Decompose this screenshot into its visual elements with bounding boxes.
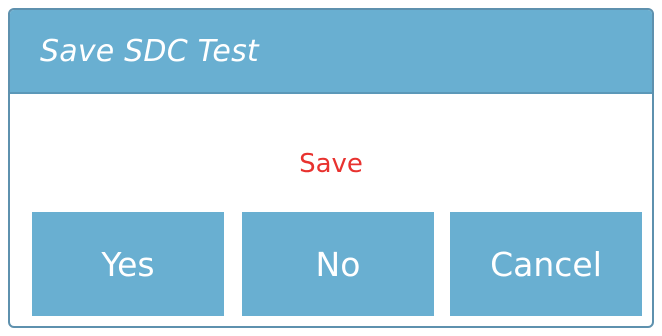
dialog-title: Save SDC Test [40, 34, 259, 69]
dialog-message: Save [299, 149, 363, 179]
dialog-button-row: Yes No Cancel [32, 212, 642, 316]
cancel-button[interactable]: Cancel [450, 212, 642, 316]
yes-button[interactable]: Yes [32, 212, 224, 316]
dialog-titlebar: Save SDC Test [10, 10, 652, 94]
save-dialog: Save SDC Test Save Yes No Cancel [8, 8, 654, 328]
no-button[interactable]: No [242, 212, 434, 316]
